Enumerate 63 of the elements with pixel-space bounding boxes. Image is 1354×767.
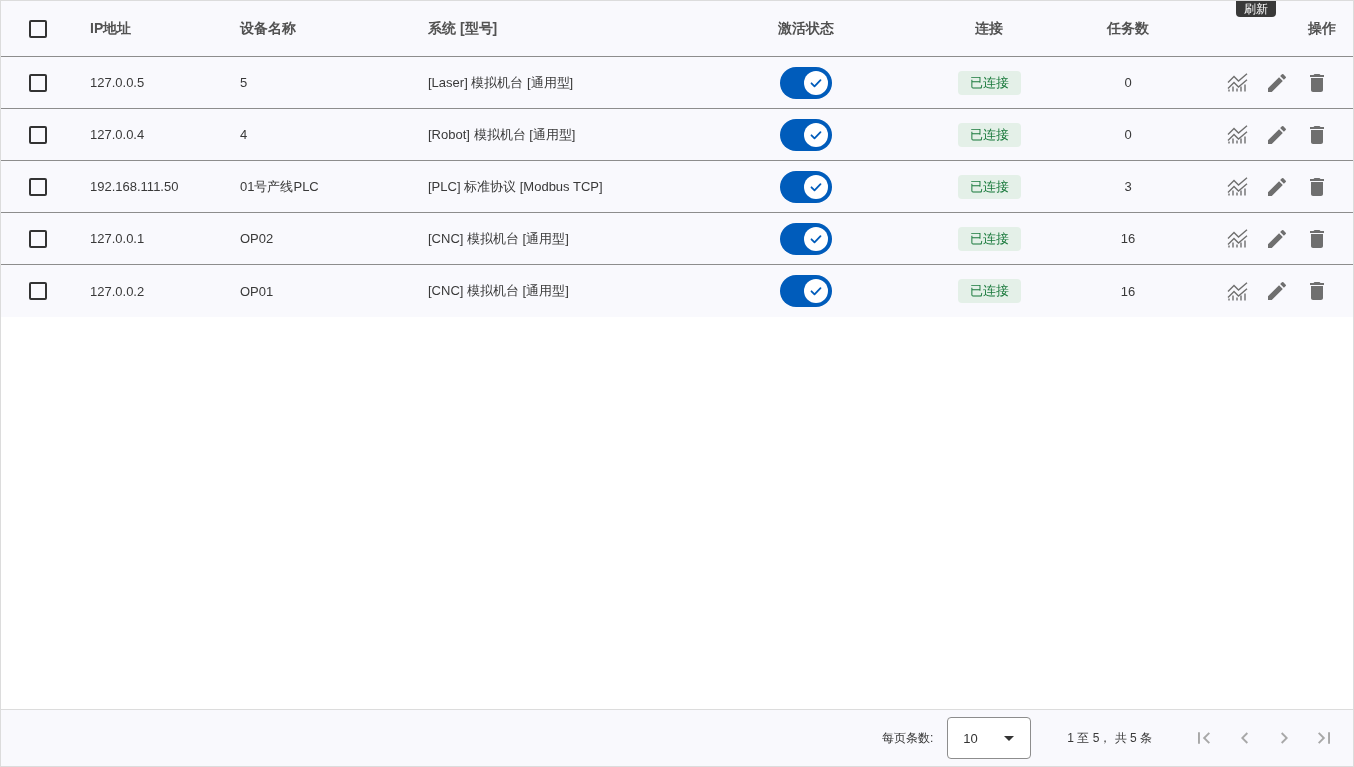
- page-range-text: 1 至 5， 共 5 条: [1067, 729, 1152, 747]
- check-icon: [804, 279, 828, 303]
- row-checkbox[interactable]: [29, 177, 47, 196]
- first-page-icon: [1198, 732, 1210, 744]
- pencil-icon: [1265, 279, 1289, 303]
- column-header: 操作: [1308, 19, 1336, 38]
- system-model-cell: [CNC] 模拟机台 [通用型]: [428, 282, 569, 300]
- task-count-cell: 3: [1124, 179, 1132, 194]
- status-badge: 已连接: [957, 279, 1021, 303]
- status-badge: 已连接: [957, 174, 1021, 199]
- system-model-cell: [CNC] 模拟机台 [通用型]: [428, 229, 569, 248]
- row-checkbox[interactable]: [29, 73, 47, 92]
- system-model-cell: [Laser] 模拟机台 [通用型]: [428, 73, 574, 92]
- toggle-switch[interactable]: [780, 66, 832, 99]
- task-count-cell: 0: [1124, 127, 1132, 142]
- task-count-cell: 0: [1124, 75, 1132, 90]
- status-badge: 已连接: [957, 122, 1021, 147]
- column-header: 任务数: [1107, 19, 1149, 38]
- page-size-label: 每页条数:: [881, 729, 934, 747]
- row-checkbox[interactable]: [29, 229, 47, 248]
- toggle-switch[interactable]: [780, 275, 832, 307]
- device-name-cell: 4: [240, 127, 248, 142]
- select-all-checkbox[interactable]: [29, 19, 47, 38]
- tooltip: 刷新: [1236, 1, 1276, 17]
- last-page-icon: [1318, 732, 1330, 744]
- row-checkbox[interactable]: [29, 282, 47, 300]
- device-name-cell: OP02: [240, 231, 274, 246]
- column-header: IP地址: [90, 19, 132, 38]
- check-icon: [804, 226, 828, 251]
- ip-address-cell: 192.168.111.50: [90, 179, 179, 194]
- line-chart-icon: [1226, 125, 1248, 144]
- toggle-switch[interactable]: [780, 118, 832, 151]
- ip-address-cell: 127.0.0.4: [90, 127, 145, 142]
- device-name-cell: 01号产线PLC: [240, 177, 319, 196]
- line-chart-icon: [1226, 73, 1248, 92]
- ip-address-cell: 127.0.0.2: [90, 283, 145, 299]
- status-badge: 已连接: [957, 226, 1021, 251]
- system-model-cell: [PLC] 标准协议 [Modbus TCP]: [428, 177, 603, 196]
- toggle-switch[interactable]: [780, 222, 832, 255]
- system-model-cell: [Robot] 模拟机台 [通用型]: [428, 125, 576, 144]
- ip-address-cell: 127.0.0.1: [90, 231, 145, 246]
- column-header: 设备名称: [240, 19, 296, 38]
- device-name-cell: 5: [240, 75, 248, 90]
- caret-icon: [1004, 735, 1015, 741]
- row-checkbox[interactable]: [29, 125, 47, 144]
- task-count-cell: 16: [1120, 231, 1136, 246]
- check-icon: [804, 70, 828, 95]
- device-name-cell: OP01: [240, 283, 274, 299]
- check-icon: [804, 122, 828, 147]
- line-chart-icon: [1226, 229, 1248, 248]
- task-count-cell: 16: [1120, 283, 1136, 299]
- column-header: 连接: [975, 19, 1003, 38]
- toggle-switch[interactable]: [780, 170, 832, 203]
- page-size-select[interactable]: 10: [947, 717, 1032, 759]
- line-chart-icon: [1226, 281, 1248, 301]
- check-icon: [804, 174, 828, 199]
- chevron-right-icon: [1280, 732, 1288, 744]
- line-chart-icon: [1226, 177, 1248, 196]
- column-header: 激活状态: [778, 19, 834, 38]
- ip-address-cell: 127.0.0.5: [90, 75, 145, 90]
- status-badge: 已连接: [957, 70, 1021, 95]
- column-header: 系统 [型号]: [428, 19, 498, 38]
- chevron-left-icon: [1240, 732, 1248, 744]
